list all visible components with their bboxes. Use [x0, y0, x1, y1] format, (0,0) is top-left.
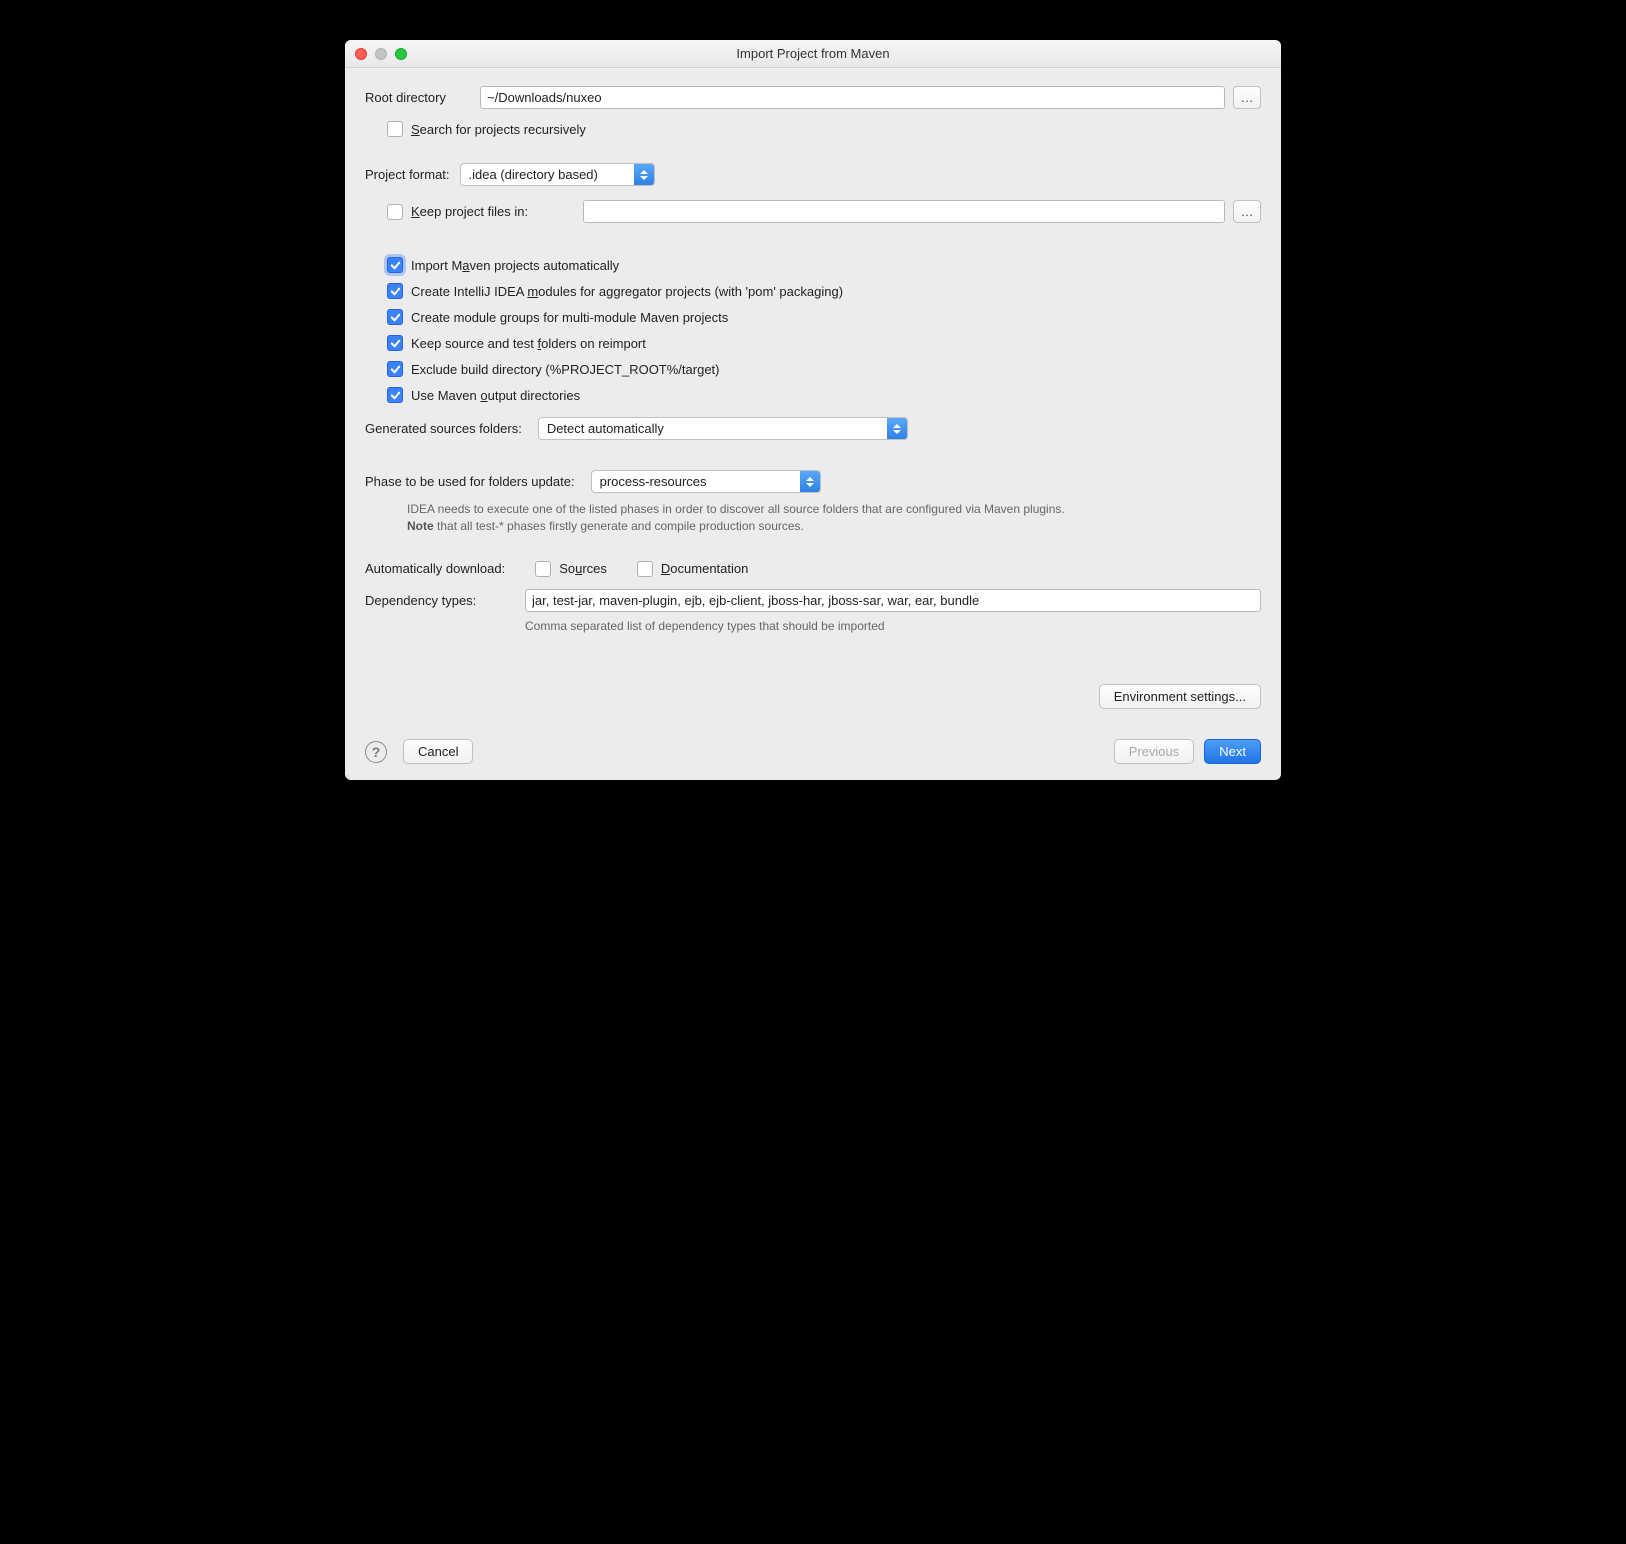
download-sources-label: Sources — [559, 561, 607, 576]
dropdown-arrows-icon — [887, 418, 907, 439]
auto-download-row: Automatically download: Sources Document… — [365, 561, 1261, 577]
dropdown-arrows-icon — [634, 164, 654, 185]
module-groups-row: Create module groups for multi-module Ma… — [387, 309, 1261, 325]
module-groups-checkbox[interactable] — [387, 309, 403, 325]
import-auto-row: Import Maven projects automatically — [387, 257, 1261, 273]
keep-project-files-row: Keep project files in: … — [387, 200, 1261, 223]
root-directory-browse-button[interactable]: … — [1233, 86, 1261, 109]
dependency-types-hint: Comma separated list of dependency types… — [525, 618, 1261, 635]
generated-sources-selected: Detect automatically — [547, 421, 664, 436]
cancel-button[interactable]: Cancel — [403, 739, 473, 764]
keep-project-files-input[interactable] — [583, 200, 1225, 223]
generated-sources-select[interactable]: Detect automatically — [538, 417, 908, 440]
search-recursively-row: Search for projects recursively — [387, 121, 1261, 137]
create-modules-label: Create IntelliJ IDEA modules for aggrega… — [411, 284, 843, 299]
phase-selected: process-resources — [600, 474, 707, 489]
import-auto-checkbox[interactable] — [387, 257, 403, 273]
dependency-types-label: Dependency types: — [365, 593, 525, 608]
dialog-content: Root directory … Search for projects rec… — [345, 68, 1281, 780]
project-format-row: Project format: .idea (directory based) — [365, 163, 1261, 186]
download-docs-checkbox[interactable] — [637, 561, 653, 577]
dialog-window: Import Project from Maven Root directory… — [345, 40, 1281, 780]
root-directory-input[interactable] — [480, 86, 1225, 109]
footer: ? Cancel Previous Next — [365, 709, 1261, 764]
generated-sources-row: Generated sources folders: Detect automa… — [365, 417, 1261, 440]
generated-sources-label: Generated sources folders: — [365, 421, 522, 436]
download-sources-checkbox[interactable] — [535, 561, 551, 577]
env-settings-row: Environment settings... — [365, 634, 1261, 709]
titlebar: Import Project from Maven — [345, 40, 1281, 68]
previous-button: Previous — [1114, 739, 1195, 764]
project-format-selected: .idea (directory based) — [469, 167, 598, 182]
phase-select[interactable]: process-resources — [591, 470, 821, 493]
auto-download-label: Automatically download: — [365, 561, 505, 576]
exclude-build-row: Exclude build directory (%PROJECT_ROOT%/… — [387, 361, 1261, 377]
import-auto-label: Import Maven projects automatically — [411, 258, 619, 273]
keep-project-files-browse-button[interactable]: … — [1233, 200, 1261, 223]
keep-folders-label: Keep source and test folders on reimport — [411, 336, 646, 351]
dependency-types-row: Dependency types: — [365, 589, 1261, 612]
phase-hint: IDEA needs to execute one of the listed … — [407, 501, 1261, 535]
project-format-select[interactable]: .idea (directory based) — [460, 163, 655, 186]
use-output-row: Use Maven output directories — [387, 387, 1261, 403]
module-groups-label: Create module groups for multi-module Ma… — [411, 310, 728, 325]
exclude-build-label: Exclude build directory (%PROJECT_ROOT%/… — [411, 362, 719, 377]
use-output-checkbox[interactable] — [387, 387, 403, 403]
keep-project-files-checkbox[interactable] — [387, 204, 403, 220]
create-modules-checkbox[interactable] — [387, 283, 403, 299]
keep-folders-checkbox[interactable] — [387, 335, 403, 351]
environment-settings-button[interactable]: Environment settings... — [1099, 684, 1261, 709]
exclude-build-checkbox[interactable] — [387, 361, 403, 377]
phase-label: Phase to be used for folders update: — [365, 474, 575, 489]
root-directory-row: Root directory … — [365, 86, 1261, 109]
download-docs-label: Documentation — [661, 561, 748, 576]
dropdown-arrows-icon — [800, 471, 820, 492]
phase-row: Phase to be used for folders update: pro… — [365, 470, 1261, 493]
root-directory-label: Root directory — [365, 90, 480, 105]
help-icon[interactable]: ? — [365, 741, 387, 763]
keep-folders-row: Keep source and test folders on reimport — [387, 335, 1261, 351]
search-recursively-checkbox[interactable] — [387, 121, 403, 137]
keep-project-files-label: Keep project files in: — [411, 204, 583, 219]
search-recursively-label: Search for projects recursively — [411, 122, 586, 137]
next-button[interactable]: Next — [1204, 739, 1261, 764]
use-output-label: Use Maven output directories — [411, 388, 580, 403]
dependency-types-input[interactable] — [525, 589, 1261, 612]
create-modules-row: Create IntelliJ IDEA modules for aggrega… — [387, 283, 1261, 299]
project-format-label: Project format: — [365, 167, 450, 182]
window-title: Import Project from Maven — [345, 46, 1281, 61]
